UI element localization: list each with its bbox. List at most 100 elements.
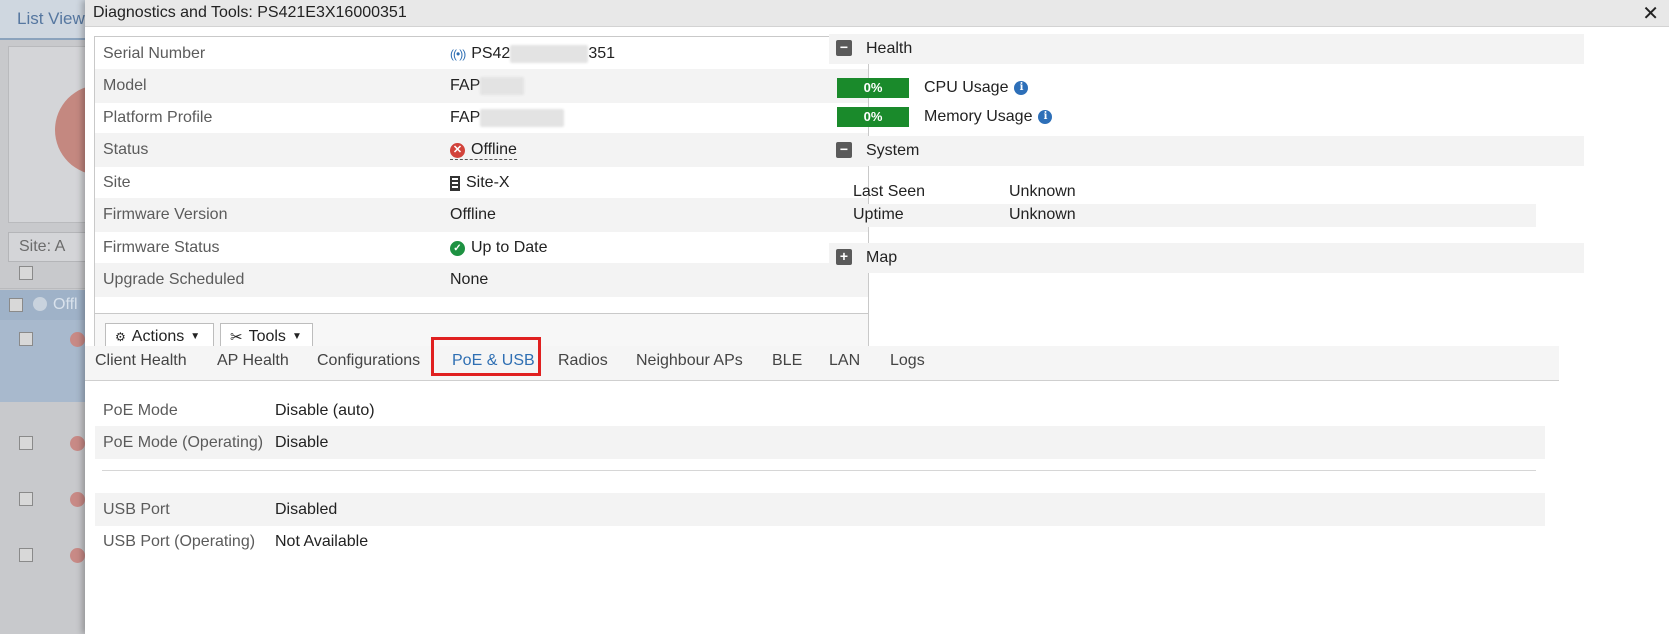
status-label: Status — [103, 141, 149, 158]
status-value[interactable]: ✕ Offline — [450, 141, 517, 160]
close-icon[interactable]: ✕ — [1642, 1, 1659, 26]
caret-down-icon: ▼ — [190, 331, 201, 342]
usb-port-operating-row: USB Port (Operating) Not Available — [95, 525, 1545, 558]
collapse-icon[interactable]: − — [836, 40, 852, 56]
uptime-value: Unknown — [1009, 206, 1076, 223]
background-group-icon — [9, 298, 23, 312]
status-text: Offline — [471, 141, 517, 158]
poe-mode-operating-label: PoE Mode (Operating) — [103, 434, 264, 451]
tab-ble[interactable]: BLE — [772, 352, 802, 370]
caret-down-icon: ▼ — [291, 331, 302, 342]
background-row-checkbox[interactable] — [19, 436, 33, 450]
poe-mode-operating-value: Disable — [275, 434, 329, 451]
map-title: Map — [866, 249, 898, 266]
cpu-usage-bar: 0% — [837, 78, 909, 98]
upgrade-scheduled-label: Upgrade Scheduled — [103, 271, 245, 288]
tab-client-health[interactable]: Client Health — [95, 352, 187, 370]
usb-port-operating-label: USB Port (Operating) — [103, 533, 256, 550]
expand-icon[interactable]: + — [836, 249, 852, 265]
last-seen-label: Last Seen — [853, 183, 926, 200]
info-icon[interactable]: i — [1038, 110, 1053, 124]
last-seen-value: Unknown — [1009, 183, 1076, 200]
tab-neighbour-aps[interactable]: Neighbour APs — [636, 352, 743, 370]
platform-profile-value: FAP — [450, 109, 565, 127]
info-row-status: Status ✕ Offline — [95, 133, 868, 167]
last-seen-row: Last Seen Unknown — [838, 181, 1536, 204]
serial-prefix: PS42 — [471, 45, 511, 63]
background-row-status-icon — [70, 436, 85, 451]
model-prefix: FAP — [450, 77, 481, 95]
info-row-serial: Serial Number ((•)) PS42 351 — [95, 37, 868, 71]
tab-configurations[interactable]: Configurations — [317, 352, 420, 370]
site-label: Site — [103, 174, 131, 191]
actions-label: Actions — [131, 327, 185, 345]
info-row-firmware-version: Firmware Version Offline — [95, 198, 868, 232]
tab-ap-health[interactable]: AP Health — [217, 352, 289, 370]
usb-port-row: USB Port Disabled — [95, 493, 1545, 526]
tab-lan[interactable]: LAN — [829, 352, 860, 370]
cpu-usage-label-group: CPU Usage i — [924, 79, 1029, 97]
info-row-firmware-status: Firmware Status ✓ Up to Date — [95, 231, 868, 265]
background-collapse-icon — [19, 266, 33, 280]
firmware-status-text: Up to Date — [471, 239, 548, 256]
health-title: Health — [866, 40, 913, 57]
background-row-checkbox[interactable] — [19, 332, 33, 346]
usb-port-operating-value: Not Available — [275, 533, 369, 550]
model-value: FAP — [450, 77, 525, 95]
background-filter-label: Site: A — [19, 238, 66, 255]
site-text: Site-X — [466, 174, 510, 191]
usb-port-label: USB Port — [103, 501, 170, 518]
map-section-header[interactable]: + Map — [829, 243, 1584, 273]
gears-icon: ⚙ — [115, 329, 126, 344]
model-label: Model — [103, 77, 147, 94]
memory-usage-label: Memory Usage — [924, 108, 1033, 125]
tab-logs[interactable]: Logs — [890, 352, 925, 370]
background-row-checkbox[interactable] — [19, 492, 33, 506]
memory-usage-label-group: Memory Usage i — [924, 108, 1053, 126]
firmware-version-value: Offline — [450, 206, 496, 223]
info-row-platform-profile: Platform Profile FAP — [95, 101, 868, 135]
system-title: System — [866, 142, 920, 159]
site-value: Site-X — [450, 174, 510, 192]
uptime-row: Uptime Unknown — [838, 204, 1536, 227]
diagnostics-dialog: Diagnostics and Tools: PS421E3X16000351 … — [85, 0, 1669, 634]
serial-number-value: ((•)) PS42 351 — [450, 45, 615, 63]
upgrade-scheduled-value: None — [450, 271, 489, 288]
poe-mode-operating-row: PoE Mode (Operating) Disable — [95, 426, 1545, 459]
section-divider — [102, 470, 1536, 471]
redacted-blur — [480, 77, 525, 95]
platform-prefix: FAP — [450, 109, 481, 127]
collapse-icon[interactable]: − — [836, 142, 852, 158]
tab-radios[interactable]: Radios — [558, 352, 608, 370]
cpu-usage-label: CPU Usage — [924, 79, 1009, 96]
firmware-status-value: ✓ Up to Date — [450, 239, 547, 257]
dialog-title: Diagnostics and Tools: PS421E3X16000351 — [93, 4, 407, 21]
info-row-model: Model FAP — [95, 69, 868, 103]
tab-bar: Client Health AP Health Configurations P… — [85, 346, 1559, 381]
firmware-status-label: Firmware Status — [103, 239, 220, 256]
serial-number-label: Serial Number — [103, 45, 206, 62]
background-row-status-icon — [70, 332, 85, 347]
poe-mode-label: PoE Mode — [103, 402, 178, 419]
check-circle-icon: ✓ — [450, 240, 465, 256]
info-row-site: Site Site-X — [95, 166, 868, 200]
dialog-titlebar: Diagnostics and Tools: PS421E3X16000351 … — [85, 0, 1669, 27]
background-group-label: Offl — [53, 296, 78, 313]
serial-suffix: 351 — [588, 45, 616, 63]
redacted-blur — [480, 109, 565, 127]
info-row-upgrade-scheduled: Upgrade Scheduled None — [95, 263, 868, 297]
background-tab-label: List View — [17, 9, 85, 28]
active-tab-highlight — [431, 337, 541, 376]
offline-status-icon: ✕ — [450, 142, 465, 158]
building-icon — [450, 175, 460, 191]
system-section-header[interactable]: − System — [829, 136, 1584, 166]
health-section-header[interactable]: − Health — [829, 34, 1584, 64]
info-icon[interactable]: i — [1014, 81, 1029, 95]
firmware-version-label: Firmware Version — [103, 206, 228, 223]
device-info-panel: Serial Number ((•)) PS42 351 Model FAP Pl… — [94, 36, 869, 360]
background-offline-icon — [33, 297, 47, 311]
background-row-checkbox[interactable] — [19, 548, 33, 562]
platform-profile-label: Platform Profile — [103, 109, 213, 126]
poe-mode-value: Disable (auto) — [275, 402, 375, 419]
tools-label: Tools — [248, 327, 286, 345]
